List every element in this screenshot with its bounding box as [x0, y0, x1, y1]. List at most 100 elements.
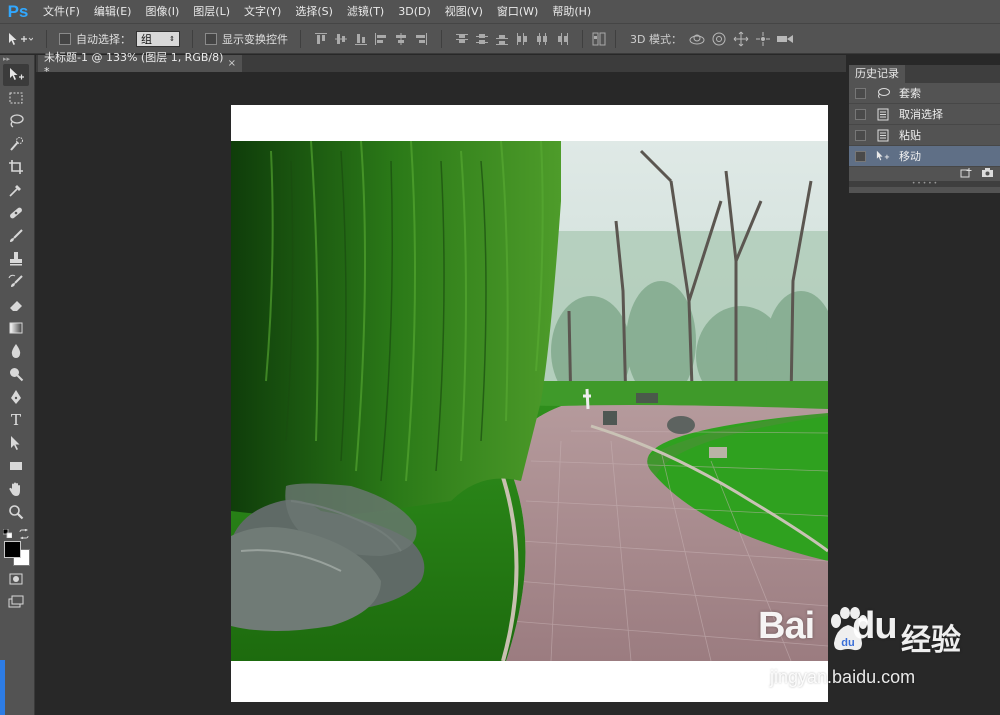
- 3d-mode-label: 3D 模式：: [630, 32, 682, 46]
- separator: [441, 29, 442, 48]
- quick-mask-button[interactable]: [3, 568, 29, 590]
- type-tool[interactable]: T: [3, 409, 29, 431]
- move-tool-icon: [10, 68, 24, 80]
- align-horizontal-centers-icon[interactable]: [392, 30, 410, 48]
- clone-stamp-tool[interactable]: [3, 248, 29, 270]
- quick-mask-icon: [9, 573, 23, 585]
- pen-tool[interactable]: [3, 386, 29, 408]
- chevron-updown-icon: ⇕: [169, 34, 175, 43]
- dodge-tool[interactable]: [3, 363, 29, 385]
- path-selection-tool[interactable]: [3, 432, 29, 454]
- panel-resize-grip[interactable]: • • • • •: [849, 181, 1000, 187]
- new-document-from-state-icon[interactable]: [960, 167, 973, 181]
- swap-colors-icon[interactable]: [19, 529, 29, 539]
- history-item[interactable]: 取消选择: [849, 104, 1000, 125]
- stamp-icon: [10, 252, 22, 266]
- menu-3d[interactable]: 3D(D): [391, 0, 438, 23]
- 3d-roll-icon[interactable]: [708, 30, 730, 48]
- 3d-scale-icon[interactable]: [774, 30, 796, 48]
- menu-view[interactable]: 视图(V): [438, 0, 490, 23]
- 3d-slide-icon[interactable]: [752, 30, 774, 48]
- marquee-tool[interactable]: [3, 87, 29, 109]
- menu-window[interactable]: 窗口(W): [490, 0, 545, 23]
- history-brush-tool[interactable]: [3, 271, 29, 293]
- menu-layer[interactable]: 图层(L): [186, 0, 237, 23]
- lasso-tool[interactable]: [3, 110, 29, 132]
- auto-align-layers-icon[interactable]: [590, 30, 608, 48]
- auto-select-value: 组: [141, 32, 152, 46]
- history-panel-footer: [849, 167, 1000, 181]
- menu-select[interactable]: 选择(S): [288, 0, 340, 23]
- align-vertical-centers-icon[interactable]: [332, 30, 350, 48]
- document-tab[interactable]: 未标题-1 @ 133% (图层 1, RGB/8) * ×: [38, 51, 242, 78]
- crop-tool[interactable]: [3, 156, 29, 178]
- canvas-workspace[interactable]: [36, 72, 848, 715]
- history-item-active[interactable]: 移动: [849, 146, 1000, 167]
- align-left-edges-icon[interactable]: [372, 30, 390, 48]
- history-snapshot-checkbox[interactable]: [855, 129, 866, 141]
- document-canvas[interactable]: [231, 105, 828, 702]
- distribute-horizontal-centers-icon[interactable]: [533, 30, 551, 48]
- show-transform-label: 显示变换控件: [222, 32, 288, 46]
- brush-tool[interactable]: [3, 225, 29, 247]
- checkbox-box[interactable]: [59, 32, 71, 45]
- menu-edit[interactable]: 编辑(E): [87, 0, 139, 23]
- menu-type[interactable]: 文字(Y): [237, 0, 288, 23]
- distribute-left-edges-icon[interactable]: [513, 30, 531, 48]
- distribute-bottom-edges-icon[interactable]: [493, 30, 511, 48]
- separator: [46, 29, 47, 48]
- rectangle-tool[interactable]: [3, 455, 29, 477]
- blur-tool[interactable]: [3, 340, 29, 362]
- align-right-edges-icon[interactable]: [412, 30, 430, 48]
- gradient-tool[interactable]: [3, 317, 29, 339]
- side-accent-strip: [0, 660, 5, 715]
- align-top-edges-icon[interactable]: [312, 30, 330, 48]
- distribute-vertical-centers-icon[interactable]: [473, 30, 491, 48]
- eyedropper-tool[interactable]: [3, 179, 29, 201]
- tool-preset-picker[interactable]: [0, 32, 40, 46]
- history-item-label: 取消选择: [899, 108, 943, 121]
- 3d-pan-icon[interactable]: [730, 30, 752, 48]
- park-path-photo: [231, 141, 828, 661]
- foreground-color-swatch[interactable]: [4, 541, 21, 558]
- rectangle-icon: [10, 462, 22, 470]
- bandage-icon: [10, 207, 22, 219]
- history-snapshot-checkbox[interactable]: [855, 108, 866, 120]
- align-bottom-edges-icon[interactable]: [352, 30, 370, 48]
- auto-select-dropdown[interactable]: 组 ⇕: [136, 30, 180, 47]
- 3d-orbit-icon[interactable]: [686, 30, 708, 48]
- camera-icon[interactable]: [981, 167, 994, 181]
- auto-select-checkbox[interactable]: 自动选择：: [59, 31, 131, 47]
- screen-mode-button[interactable]: [3, 591, 29, 613]
- move-tool-icon: [9, 32, 33, 45]
- move-tool[interactable]: [3, 64, 29, 86]
- distribute-group: [452, 30, 572, 48]
- default-colors-icon[interactable]: [3, 529, 12, 538]
- panel-grip-icon[interactable]: ▸▸: [0, 55, 34, 63]
- close-icon[interactable]: ×: [228, 58, 236, 69]
- spot-healing-tool[interactable]: [3, 202, 29, 224]
- baidu-paw-icon: du: [831, 607, 868, 651]
- history-item[interactable]: 套索: [849, 83, 1000, 104]
- history-snapshot-checkbox[interactable]: [855, 87, 866, 99]
- menu-file[interactable]: 文件(F): [36, 0, 87, 23]
- show-transform-controls-checkbox[interactable]: 显示变换控件: [205, 31, 288, 47]
- menu-image[interactable]: 图像(I): [138, 0, 186, 23]
- hand-tool[interactable]: [3, 478, 29, 500]
- history-panel-tab[interactable]: 历史记录: [849, 65, 905, 83]
- dodge-icon: [10, 368, 24, 382]
- checkbox-box[interactable]: [205, 32, 217, 45]
- align-group: [311, 30, 431, 48]
- history-item[interactable]: 粘贴: [849, 125, 1000, 146]
- menu-help[interactable]: 帮助(H): [545, 0, 598, 23]
- move-tool-icon: [876, 149, 890, 163]
- separator: [192, 29, 193, 48]
- menu-filter[interactable]: 滤镜(T): [340, 0, 391, 23]
- eraser-tool[interactable]: [3, 294, 29, 316]
- zoom-tool[interactable]: [3, 501, 29, 523]
- distribute-right-edges-icon[interactable]: [553, 30, 571, 48]
- distribute-top-edges-icon[interactable]: [453, 30, 471, 48]
- history-snapshot-checkbox[interactable]: [855, 150, 866, 162]
- baidu-logo-text-left: Bai: [758, 605, 815, 647]
- quick-selection-tool[interactable]: [3, 133, 29, 155]
